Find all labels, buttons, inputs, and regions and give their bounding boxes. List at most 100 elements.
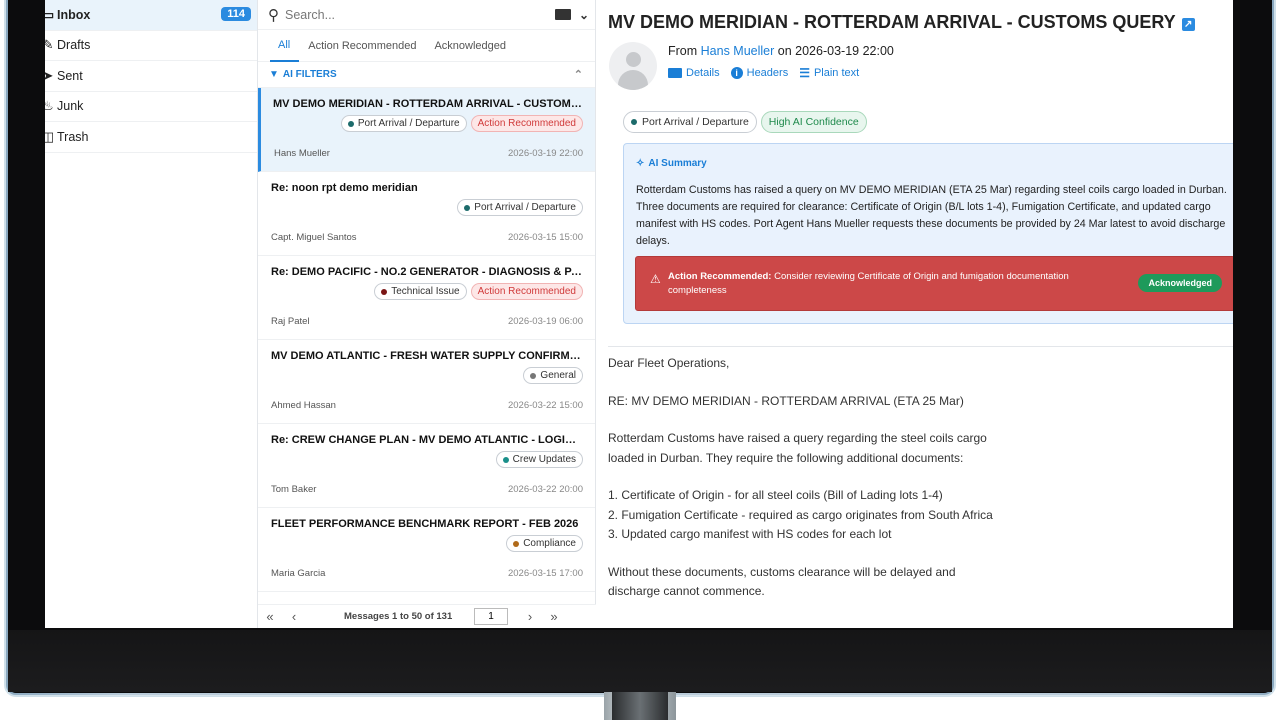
message-date: 2026-03-22 15:00 bbox=[507, 400, 583, 411]
info-icon: i bbox=[730, 67, 743, 79]
action-recommended-tag: Action Recommended bbox=[470, 283, 583, 300]
tag-dot bbox=[631, 119, 637, 125]
first-page-icon[interactable]: « bbox=[258, 609, 282, 624]
tag-dot bbox=[530, 372, 537, 379]
message-tags: Port Arrival / Departure bbox=[457, 199, 583, 216]
pagination-status: Messages 1 to 50 of 131 bbox=[344, 611, 453, 622]
external-link-icon[interactable]: ↗ bbox=[1181, 18, 1195, 31]
folder-drafts[interactable]: ✎ Drafts bbox=[45, 31, 257, 61]
category-tag: Port Arrival / Departure bbox=[623, 111, 757, 133]
flame-icon: ♨ bbox=[45, 98, 54, 114]
ai-summary-title-text: AI Summary bbox=[648, 158, 707, 169]
paper-plane-icon: ➤ bbox=[45, 67, 54, 83]
chevron-down-icon[interactable]: ⌄ bbox=[579, 8, 589, 22]
list-item[interactable]: Re: CREW CHANGE PLAN - MV DEMO ATLANTIC … bbox=[258, 424, 595, 508]
ai-confidence-tag: High AI Confidence bbox=[760, 111, 867, 133]
tag-dot bbox=[502, 456, 509, 463]
unread-count-badge: 114 bbox=[221, 7, 251, 21]
details-label: Details bbox=[686, 67, 720, 79]
body-paragraph: discharge cannot commence. bbox=[608, 584, 765, 598]
folder-sent[interactable]: ➤ Sent bbox=[45, 61, 257, 92]
folder-inbox[interactable]: ▭ Inbox 114 bbox=[45, 0, 257, 31]
search-bar: ⚲ Search... ⌄ bbox=[258, 0, 595, 30]
message-tags: General bbox=[523, 367, 583, 384]
search-input[interactable]: Search... bbox=[285, 8, 555, 22]
alert-text: Action Recommended: Consider reviewing C… bbox=[668, 270, 1108, 298]
last-page-icon[interactable]: » bbox=[542, 609, 566, 624]
list-item[interactable]: MV DEMO ATLANTIC - FRESH WATER SUPPLY CO… bbox=[258, 340, 595, 424]
message-list-pane: ⚲ Search... ⌄ All Action Recommended Ack… bbox=[258, 0, 596, 628]
message-date: 2026-03-19 06:00 bbox=[507, 316, 583, 327]
next-page-icon[interactable]: › bbox=[518, 609, 542, 624]
message-subject: MV DEMO ATLANTIC - FRESH WATER SUPPLY CO… bbox=[271, 350, 583, 362]
category-tag: Compliance bbox=[506, 535, 583, 552]
message-sender: Hans Mueller bbox=[274, 148, 330, 159]
tab-acknowledged[interactable]: Acknowledged bbox=[425, 30, 515, 62]
message-sender: Capt. Miguel Santos bbox=[271, 232, 357, 243]
prev-page-icon[interactable]: ‹ bbox=[282, 609, 306, 624]
list-item[interactable]: Re: DEMO PACIFIC - NO.2 GENERATOR - DIAG… bbox=[258, 256, 595, 340]
envelope-icon bbox=[668, 68, 682, 78]
alert-label: Action Recommended: bbox=[668, 271, 772, 282]
message-tags: Port Arrival / Departure Action Recommen… bbox=[340, 115, 583, 132]
message-subject: Re: CREW CHANGE PLAN - MV DEMO ATLANTIC … bbox=[271, 434, 583, 446]
folder-junk[interactable]: ♨ Junk bbox=[45, 92, 257, 122]
tag-dot bbox=[464, 204, 471, 211]
list-icon: ☰ bbox=[799, 66, 810, 80]
sender-link[interactable]: Hans Mueller bbox=[701, 44, 775, 58]
body-list-item: 3. Updated cargo manifest with HS codes … bbox=[608, 527, 892, 541]
action-recommended-tag: Action Recommended bbox=[470, 115, 583, 132]
list-item[interactable]: MV DEMO MERIDIAN - ROTTERDAM ARRIVAL - C… bbox=[258, 88, 595, 172]
folder-label: Trash bbox=[57, 129, 89, 144]
pencil-icon: ✎ bbox=[45, 37, 54, 53]
message-subject: FLEET PERFORMANCE BENCHMARK REPORT - FEB… bbox=[271, 518, 579, 530]
monitor-stand-neck bbox=[612, 692, 668, 720]
message-sender: Raj Patel bbox=[271, 316, 310, 327]
avatar-head bbox=[626, 52, 641, 67]
category-tag: Port Arrival / Departure bbox=[340, 115, 467, 132]
ai-filters-label: AI FILTERS bbox=[282, 69, 337, 80]
list-item[interactable]: FLEET PERFORMANCE BENCHMARK REPORT - FEB… bbox=[258, 508, 595, 592]
folder-label: Inbox bbox=[57, 7, 91, 22]
page-number-input[interactable]: 1 bbox=[474, 608, 508, 625]
category-tag: Port Arrival / Departure bbox=[457, 199, 583, 216]
body-re-line: RE: MV DEMO MERIDIAN - ROTTERDAM ARRIVAL… bbox=[608, 393, 964, 408]
message-actions: Details i Headers ☰ Plain text bbox=[668, 66, 859, 80]
message-body: Dear Fleet Operations, RE: MV DEMO MERID… bbox=[608, 354, 1228, 620]
trash-icon: ◫ bbox=[45, 128, 55, 144]
folder-trash[interactable]: ◫ Trash bbox=[45, 122, 257, 153]
folder-label: Sent bbox=[57, 68, 83, 83]
body-greeting: Dear Fleet Operations, bbox=[608, 356, 730, 370]
avatar bbox=[609, 42, 657, 90]
action-recommended-alert: ⚠ Action Recommended: Consider reviewing… bbox=[635, 256, 1233, 311]
folder-label: Drafts bbox=[57, 38, 91, 53]
tab-action-recommended[interactable]: Action Recommended bbox=[299, 30, 425, 62]
tag-label: Port Arrival / Departure bbox=[642, 116, 749, 128]
tab-all[interactable]: All bbox=[270, 30, 300, 62]
from-label: From bbox=[668, 44, 698, 58]
folder-sidebar: ▭ Inbox 114 ✎ Drafts ➤ Sent ♨ Junk ◫ Tra… bbox=[45, 0, 258, 628]
message-subject: Re: noon rpt demo meridian bbox=[271, 182, 418, 194]
plain-text-label: Plain text bbox=[813, 67, 860, 79]
body-list-item: 1. Certificate of Origin - for all steel… bbox=[608, 488, 943, 502]
message-tags: Technical Issue Action Recommended bbox=[374, 283, 583, 300]
message-title: MV DEMO MERIDIAN - ROTTERDAM ARRIVAL - C… bbox=[608, 12, 1195, 33]
message-sender: Ahmed Hassan bbox=[271, 400, 336, 411]
tag-label: Port Arrival / Departure bbox=[357, 118, 460, 129]
message-sender: Tom Baker bbox=[271, 484, 317, 495]
list-item[interactable]: Re: noon rpt demo meridian Port Arrival … bbox=[258, 172, 595, 256]
plain-text-link[interactable]: ☰ Plain text bbox=[799, 66, 859, 80]
tag-dot bbox=[347, 120, 354, 127]
message-date: 2026-03-15 17:00 bbox=[507, 568, 583, 579]
body-list-item: 2. Fumigation Certificate - required as … bbox=[608, 507, 993, 522]
message-tabs: All Action Recommended Acknowledged bbox=[258, 30, 595, 62]
tag-label: Crew Updates bbox=[512, 454, 576, 465]
envelope-icon[interactable] bbox=[554, 9, 571, 20]
message-tags: Crew Updates bbox=[495, 451, 583, 468]
ai-filters-toggle[interactable]: ▼ AI FILTERS ⌃ bbox=[258, 62, 595, 88]
pagination-bar: « ‹ Messages 1 to 50 of 131 1 › » bbox=[258, 604, 596, 628]
headers-link[interactable]: i Headers bbox=[730, 66, 788, 80]
acknowledged-button[interactable]: Acknowledged bbox=[1138, 274, 1222, 292]
details-link[interactable]: Details bbox=[668, 66, 720, 80]
message-title-text: MV DEMO MERIDIAN - ROTTERDAM ARRIVAL - C… bbox=[608, 12, 1176, 32]
